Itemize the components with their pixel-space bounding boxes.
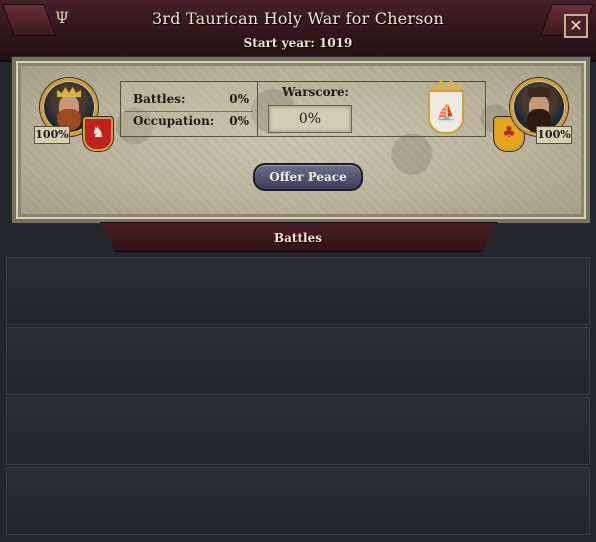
battles-label: Battles:	[133, 92, 186, 106]
ship-shield-icon: ⛵	[428, 90, 464, 134]
attacker-coat-of-arms[interactable]: ♞	[83, 117, 113, 151]
close-button[interactable]: ✕	[564, 14, 588, 38]
warscore-label: Warscore:	[282, 85, 349, 99]
warscore-value: 0%	[268, 105, 352, 133]
list-item	[6, 327, 590, 395]
defender-participation: 100%	[536, 126, 572, 144]
dragon-icon: ♞	[91, 123, 105, 141]
war-stats-box: Battles: 0% Occupation: 0%	[120, 81, 258, 137]
start-year: Start year: 1019	[243, 36, 353, 50]
ship-icon: ⛵	[436, 103, 456, 122]
portrait-hat	[527, 87, 551, 97]
list-item	[6, 467, 590, 535]
occupation-label: Occupation:	[133, 114, 215, 128]
war-window: Ψ 3rd Taurican Holy War for Cherson Star…	[0, 0, 596, 542]
war-summary-panel: 100% ♞ Battles: 0% Occupation: 0% Warsco…	[12, 57, 590, 223]
target-title-coat-of-arms[interactable]: ⛵	[428, 79, 464, 139]
offer-peace-button[interactable]: Offer Peace	[253, 163, 363, 191]
war-title: 3rd Taurican Holy War for Cherson	[152, 9, 444, 28]
list-item	[6, 397, 590, 465]
list-item	[6, 257, 590, 325]
battles-stat: Battles: 0%	[127, 92, 251, 110]
occupation-value: 0%	[229, 114, 249, 128]
battles-value: 0%	[229, 92, 249, 106]
close-icon: ✕	[569, 16, 583, 35]
battles-list[interactable]	[6, 257, 590, 539]
battles-header-label: Battles	[274, 231, 322, 245]
stats-divider	[125, 111, 253, 112]
portrait-crown	[57, 87, 81, 97]
title-banner: Ψ 3rd Taurican Holy War for Cherson Star…	[0, 0, 596, 62]
occupation-stat: Occupation: 0%	[127, 114, 251, 132]
attacker-participation: 100%	[34, 126, 70, 144]
